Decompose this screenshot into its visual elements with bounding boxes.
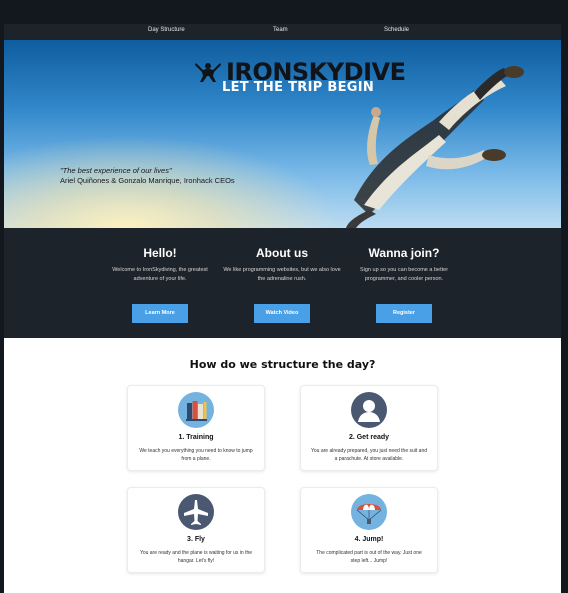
card-title: 1. Training — [178, 434, 214, 441]
quote-text: "The best experience of our lives" — [60, 166, 172, 175]
skydiver-image — [346, 66, 524, 228]
intro-text: We like programming websites, but we als… — [223, 267, 341, 282]
card-title: 3. Fly — [187, 536, 205, 543]
card-title: 2. Get ready — [348, 434, 390, 441]
card-text: You are ready and the plane is waiting f… — [139, 550, 253, 564]
day-structure-section: How do we structure the day? 1. Training… — [4, 338, 561, 593]
card-text: You are already prepared, you just need … — [311, 448, 428, 462]
watch-video-button[interactable]: Watch Video — [254, 304, 310, 323]
hero-banner: IRONSKYDIVE LET THE TRIP BEGIN "The best… — [4, 40, 561, 228]
hero-quote: "The best experience of our lives" Ariel… — [60, 166, 235, 186]
card-fly: 3. Fly You are ready and the plane is wa… — [127, 487, 265, 573]
parachute-icon — [351, 494, 387, 530]
intro-title: Hello! — [143, 246, 177, 260]
nav-team[interactable]: Team — [273, 27, 288, 33]
top-margin — [0, 0, 568, 24]
nav-schedule[interactable]: Schedule — [384, 27, 409, 33]
intro-title: About us — [256, 246, 308, 260]
intro-column-hello: Hello! Welcome to IronSkydiving, the gre… — [100, 246, 220, 323]
learn-more-button[interactable]: Learn More — [132, 304, 188, 323]
register-button[interactable]: Register — [376, 304, 432, 323]
intro-text: Welcome to IronSkydiving, the greatest a… — [112, 267, 208, 282]
intro-column-about: About us We like programming websites, b… — [222, 246, 342, 323]
airplane-icon — [178, 494, 214, 530]
card-training: 1. Training We teach you everything you … — [127, 385, 265, 471]
books-icon — [178, 392, 214, 428]
intro-text: Sign up so you can become a better progr… — [359, 267, 449, 282]
skydiver-logo-icon — [195, 63, 221, 82]
card-text: We teach you everything you need to know… — [139, 448, 253, 462]
card-title: 4. Jump! — [354, 536, 384, 543]
intro-title: Wanna join? — [368, 246, 440, 260]
intro-section: Hello! Welcome to IronSkydiving, the gre… — [4, 228, 561, 338]
top-navbar: Day Structure Team Schedule — [4, 24, 561, 40]
person-icon — [351, 392, 387, 428]
nav-day-structure[interactable]: Day Structure — [148, 27, 185, 33]
intro-column-join: Wanna join? Sign up so you can become a … — [344, 246, 464, 323]
card-text: The complicated part is out of the way. … — [316, 550, 422, 564]
quote-author: Ariel Quiñones & Gonzalo Manrique, Ironh… — [60, 176, 235, 185]
card-jump: 4. Jump! The complicated part is out of … — [300, 487, 438, 573]
section-title: How do we structure the day? — [189, 358, 376, 371]
card-get-ready: 2. Get ready You are already prepared, y… — [300, 385, 438, 471]
